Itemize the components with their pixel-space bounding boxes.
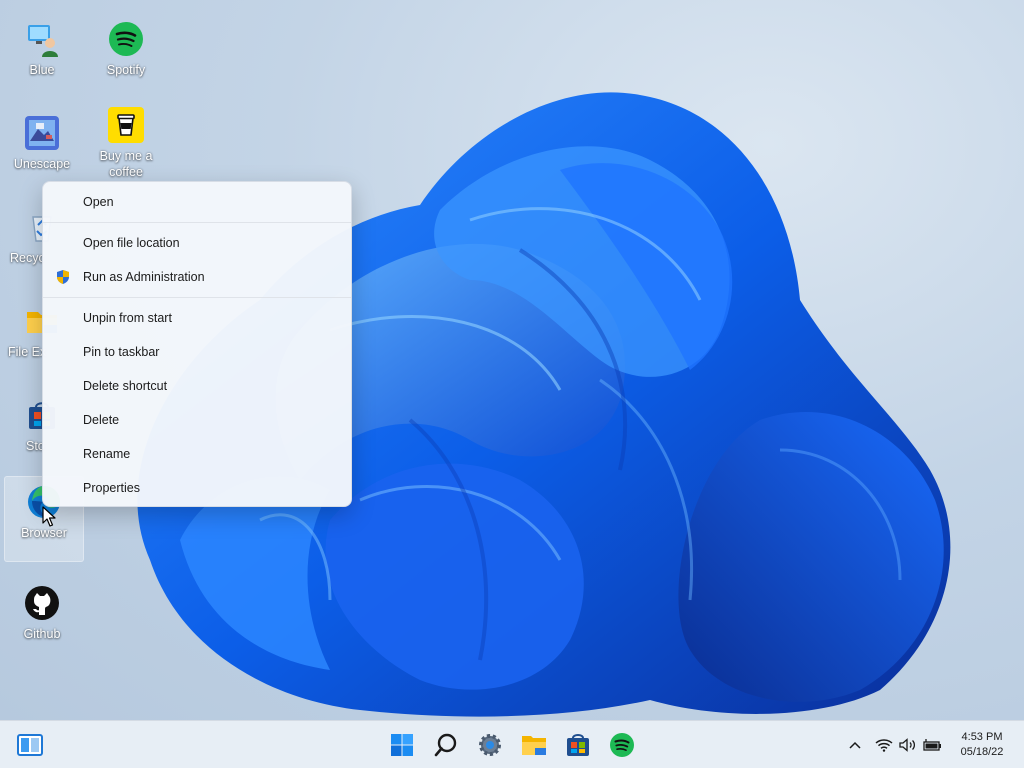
show-hidden-icons-button[interactable] (848, 735, 862, 755)
clock-time: 4:53 PM (961, 731, 1003, 743)
volume-icon (899, 738, 916, 752)
menu-separator (43, 222, 351, 223)
chevron-up-icon (849, 741, 861, 749)
menu-item-label: Rename (83, 447, 131, 461)
widgets-icon (17, 734, 43, 756)
start-button[interactable] (386, 729, 418, 761)
menu-item-properties[interactable]: Properties (43, 471, 351, 505)
person-monitor-icon (23, 20, 61, 58)
menu-item-label: Run as Administration (83, 270, 205, 284)
store-button[interactable] (562, 729, 594, 761)
menu-item-pin-to-taskbar[interactable]: Pin to taskbar (43, 335, 351, 369)
search-button[interactable] (430, 729, 462, 761)
desktop-icon-spotify[interactable]: Spotify (86, 14, 166, 100)
network-button[interactable] (874, 735, 894, 755)
spotify-icon (107, 20, 145, 58)
menu-item-delete[interactable]: Delete (43, 403, 351, 437)
store-icon (567, 734, 589, 756)
context-menu: Open Open file location Run as Administr… (42, 181, 352, 507)
search-icon (434, 733, 457, 757)
settings-gear-icon (479, 734, 501, 756)
menu-item-label: Properties (83, 481, 140, 495)
taskbar: 4:53 PM 05/18/22 (0, 720, 1024, 768)
clock-date: 05/18/22 (960, 746, 1004, 758)
volume-button[interactable] (898, 735, 918, 755)
windows-start-icon (391, 734, 413, 756)
desktop[interactable]: Blue Spotify Unescape Buy me a coffee Re… (0, 0, 1024, 720)
menu-item-label: Open (83, 195, 114, 209)
menu-item-delete-shortcut[interactable]: Delete shortcut (43, 369, 351, 403)
mouse-cursor-icon (42, 506, 56, 527)
spotify-icon (610, 733, 634, 757)
menu-item-open[interactable]: Open (43, 185, 351, 219)
menu-item-label: Delete shortcut (83, 379, 168, 393)
widgets-button[interactable] (14, 729, 46, 761)
file-explorer-icon (522, 736, 546, 755)
desktop-icon-label: Blue (29, 63, 55, 77)
wifi-icon (875, 739, 893, 752)
menu-item-label: Open file location (83, 236, 180, 250)
coffee-cup-icon (107, 106, 145, 144)
clock[interactable]: 4:53 PM 05/18/22 (952, 730, 1012, 760)
desktop-icon-blue[interactable]: Blue (2, 14, 82, 100)
spotify-taskbar-button[interactable] (606, 729, 638, 761)
menu-item-label: Unpin from start (83, 311, 172, 325)
desktop-icon-label: Unescape (13, 157, 71, 171)
uac-shield-icon (57, 270, 69, 284)
menu-item-unpin-from-start[interactable]: Unpin from start (43, 301, 351, 335)
settings-button[interactable] (474, 729, 506, 761)
menu-item-rename[interactable]: Rename (43, 437, 351, 471)
menu-item-label: Pin to taskbar (83, 345, 160, 359)
unescape-game-icon (23, 114, 61, 152)
github-icon (23, 584, 61, 622)
desktop-icon-label: Buy me a coffee (99, 149, 153, 179)
desktop-icon-label: Github (23, 627, 61, 641)
battery-button[interactable] (922, 735, 942, 755)
menu-item-open-file-location[interactable]: Open file location (43, 226, 351, 260)
menu-item-label: Delete (83, 413, 120, 427)
menu-separator (43, 297, 351, 298)
battery-icon (922, 739, 941, 751)
menu-item-run-as-administration[interactable]: Run as Administration (43, 260, 351, 294)
desktop-icon-label: Spotify (106, 63, 146, 77)
desktop-icon-github[interactable]: Github (2, 578, 82, 664)
desktop-icon-buy-me-a-coffee[interactable]: Buy me a coffee (86, 100, 166, 186)
file-explorer-button[interactable] (518, 729, 550, 761)
